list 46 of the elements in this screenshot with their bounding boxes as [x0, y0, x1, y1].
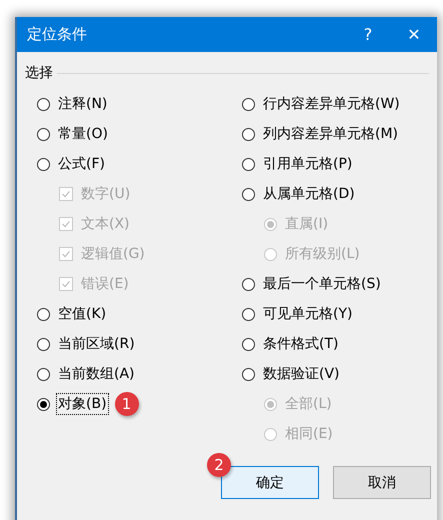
close-button[interactable]: ✕: [391, 17, 437, 52]
option-label: 注释(N): [57, 95, 108, 114]
option-label: 逻辑值(G): [80, 245, 146, 264]
radio-button[interactable]: [242, 278, 255, 290]
radio-button[interactable]: [242, 338, 255, 350]
option-label: 从属单元格(D): [262, 185, 356, 204]
option-label: 最后一个单元格(S): [262, 275, 382, 294]
option-label: 错误(E): [80, 275, 130, 294]
ok-button[interactable]: 确定: [221, 466, 319, 499]
radio-button[interactable]: [242, 308, 255, 320]
radio-button[interactable]: [242, 158, 255, 170]
radio-button[interactable]: [37, 338, 50, 350]
option-label: 数据验证(V): [262, 365, 341, 384]
option-label: 列内容差异单元格(M): [262, 125, 400, 144]
group-label: 选择: [25, 64, 53, 82]
option-label: 引用单元格(P): [262, 155, 354, 174]
radio-button[interactable]: [242, 128, 255, 140]
option-label: 可见单元格(Y): [262, 305, 354, 324]
radio-button[interactable]: [242, 368, 255, 380]
option-label: 直属(I): [284, 215, 330, 234]
window-title: 定位条件: [27, 25, 88, 44]
option-label: 全部(L): [284, 395, 333, 414]
option-label: 文本(X): [80, 215, 131, 234]
radio-button[interactable]: [242, 188, 255, 200]
option-label: 常量(O): [57, 125, 109, 144]
radio-button[interactable]: [37, 368, 50, 380]
radio-button[interactable]: [37, 128, 50, 140]
option-label: 当前数组(A): [57, 365, 136, 384]
option-label: 行内容差异单元格(W): [262, 95, 401, 114]
option-label: 数字(U): [80, 185, 132, 204]
radio-button[interactable]: [37, 98, 50, 110]
option-label: 空值(K): [57, 305, 108, 324]
step-badge: 1: [114, 392, 139, 416]
help-button[interactable]: ?: [345, 17, 391, 52]
option-label: 当前区域(R): [57, 335, 136, 354]
radio-button[interactable]: [37, 398, 50, 410]
option-label: 相同(E): [284, 425, 334, 444]
step-badge: 2: [207, 453, 231, 477]
option-label: 所有级别(L): [284, 245, 361, 264]
cancel-button[interactable]: 取消: [333, 466, 431, 499]
radio-button[interactable]: [37, 158, 50, 170]
radio-button[interactable]: [37, 308, 50, 320]
option-label: 对象(B): [56, 393, 109, 415]
option-label: 公式(F): [57, 155, 106, 174]
radio-button[interactable]: [242, 98, 255, 110]
option-label: 条件格式(T): [262, 335, 340, 354]
